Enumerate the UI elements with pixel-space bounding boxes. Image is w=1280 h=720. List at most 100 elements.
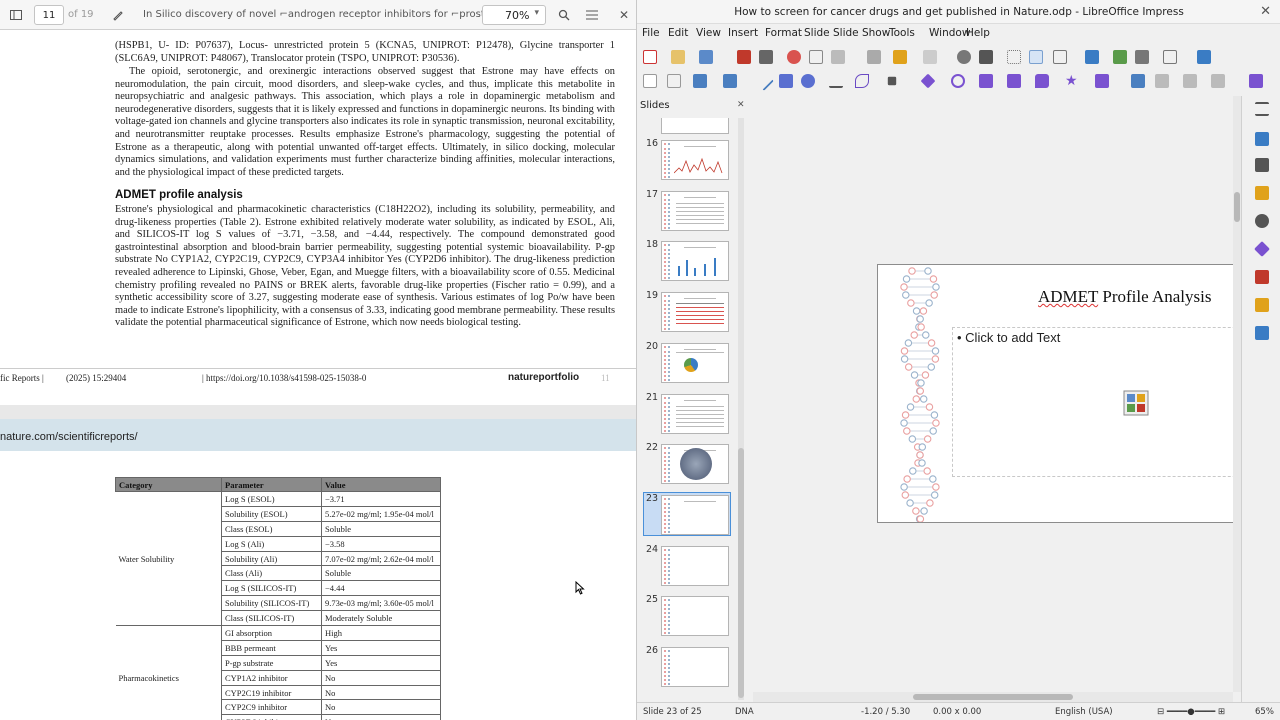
navigator-icon[interactable] — [1255, 214, 1269, 228]
cut-icon[interactable] — [787, 50, 801, 64]
3d-objects-icon[interactable] — [1095, 74, 1109, 88]
annotate-pen-icon[interactable] — [108, 5, 128, 25]
menu-tools[interactable]: Tools — [889, 27, 915, 39]
styles-icon[interactable] — [1255, 158, 1269, 172]
menu-insert[interactable]: Insert — [728, 27, 758, 39]
slide-title[interactable]: ADMET Profile Analysis — [1038, 287, 1211, 307]
slide-icon[interactable] — [1249, 74, 1263, 88]
properties-icon[interactable] — [1255, 132, 1269, 146]
menu-view[interactable]: View — [696, 27, 721, 39]
close-panel-icon[interactable]: ✕ — [737, 100, 745, 110]
symbol-shapes-icon[interactable] — [951, 74, 965, 88]
menu-window[interactable]: Window — [929, 27, 970, 39]
sidebar-menu-icon[interactable] — [1255, 102, 1269, 116]
page-number-input[interactable]: 11 — [34, 5, 64, 25]
slide-thumbnail[interactable] — [661, 393, 729, 434]
slide-thumbnail[interactable] — [661, 190, 729, 231]
grid-icon[interactable] — [1007, 50, 1021, 64]
connector-icon[interactable] — [887, 76, 897, 86]
slide-thumbnail-partial[interactable] — [661, 118, 729, 134]
insert-object-icon[interactable] — [1123, 390, 1149, 416]
slide-transition-icon[interactable] — [1255, 270, 1269, 284]
redo-icon[interactable] — [923, 50, 937, 64]
menu-slide[interactable]: Slide — [804, 27, 830, 39]
distribute-icon[interactable] — [1211, 74, 1225, 88]
status-zoom[interactable]: 65% — [1255, 707, 1274, 717]
table-icon[interactable] — [1053, 50, 1067, 64]
save-icon[interactable] — [699, 50, 713, 64]
select-pointer-icon[interactable] — [643, 74, 657, 88]
paste-icon[interactable] — [831, 50, 845, 64]
menu-edit[interactable]: Edit — [668, 27, 688, 39]
undo-icon[interactable] — [893, 50, 907, 64]
zoom-pan-icon[interactable] — [667, 74, 681, 88]
animation-icon[interactable] — [1255, 298, 1269, 312]
slide-canvas[interactable]: ADMET Profile Analysis • Click to add Te… — [877, 264, 1280, 523]
master-slides-icon[interactable] — [1255, 326, 1269, 340]
helplines-icon[interactable] — [1029, 50, 1043, 64]
clone-formatting-icon[interactable] — [867, 50, 881, 64]
sidebar-toggle-icon[interactable] — [6, 5, 26, 25]
slides-scrollbar[interactable] — [738, 118, 744, 700]
arrow-line-icon[interactable] — [829, 74, 843, 88]
open-folder-icon[interactable] — [671, 50, 685, 64]
zoom-slider[interactable]: ⊟ ━━━━●━━━━ ⊞ — [1157, 707, 1225, 717]
slide-thumbnail[interactable] — [661, 444, 729, 485]
slide-thumbnail[interactable] — [661, 647, 729, 687]
slide-thumbnail[interactable] — [661, 292, 729, 333]
footer-doi[interactable]: | https://doi.org/10.1038/s41598-025-150… — [202, 373, 366, 383]
chart-icon[interactable] — [1113, 50, 1127, 64]
scrollbar-thumb[interactable] — [738, 448, 744, 698]
horizontal-scrollbar[interactable] — [753, 692, 1233, 702]
table-value-cell: High — [321, 625, 441, 641]
thumbnail-line — [676, 425, 724, 427]
vertical-scrollbar[interactable] — [1233, 96, 1241, 692]
slide-thumbnail[interactable] — [661, 342, 729, 383]
callouts-icon[interactable] — [1035, 74, 1049, 88]
line-tool-icon[interactable] — [754, 71, 774, 91]
copy-icon[interactable] — [809, 50, 823, 64]
find-replace-icon[interactable] — [957, 50, 971, 64]
export-pdf-icon[interactable] — [737, 50, 751, 64]
transformations-icon[interactable] — [1131, 74, 1145, 88]
menu-icon[interactable] — [582, 5, 602, 25]
slide-thumbnail[interactable] — [661, 596, 729, 637]
line-color-icon[interactable] — [693, 74, 707, 88]
shapes-icon[interactable] — [1254, 241, 1270, 257]
scrollbar-thumb[interactable] — [913, 694, 1073, 700]
gallery-icon[interactable] — [1255, 186, 1269, 200]
basic-shapes-icon[interactable] — [920, 73, 936, 89]
slide-thumbnail-number: 24 — [646, 543, 659, 555]
insert-table-icon[interactable] — [1163, 50, 1177, 64]
menu-help[interactable]: Help — [966, 27, 990, 39]
print-icon[interactable] — [759, 50, 773, 64]
content-placeholder[interactable]: • Click to add Text — [952, 327, 1280, 477]
slide-thumbnail[interactable] — [661, 545, 729, 586]
fill-color-icon[interactable] — [723, 74, 737, 88]
arrange-icon[interactable] — [1183, 74, 1197, 88]
align-icon[interactable] — [1155, 74, 1169, 88]
textbox-icon[interactable] — [1135, 50, 1149, 64]
zoom-select[interactable]: 70% ▾ — [482, 5, 546, 25]
slide-thumbnail[interactable] — [661, 241, 729, 282]
media-icon[interactable] — [1197, 50, 1211, 64]
slide-thumbnail[interactable] — [661, 140, 729, 180]
image-icon[interactable] — [1085, 50, 1099, 64]
menu-file[interactable]: File — [642, 27, 660, 39]
new-slide-icon[interactable] — [643, 50, 657, 64]
close-icon[interactable]: ✕ — [614, 5, 634, 25]
search-icon[interactable] — [554, 5, 574, 25]
slide-thumbnail[interactable] — [661, 494, 729, 535]
flowchart-icon[interactable] — [1007, 74, 1021, 88]
scrollbar-thumb[interactable] — [1234, 192, 1240, 222]
ellipse-icon[interactable] — [801, 74, 815, 88]
curve-icon[interactable] — [855, 74, 869, 88]
menu-format[interactable]: Format — [765, 27, 802, 39]
block-arrows-icon[interactable] — [979, 74, 993, 88]
rectangle-icon[interactable] — [779, 74, 793, 88]
stars-icon[interactable]: ★ — [1065, 74, 1079, 88]
close-icon[interactable]: ✕ — [1260, 4, 1271, 19]
spelling-icon[interactable] — [979, 50, 993, 64]
status-language[interactable]: English (USA) — [1055, 707, 1113, 717]
menu-slide-show[interactable]: Slide Show — [833, 27, 890, 39]
